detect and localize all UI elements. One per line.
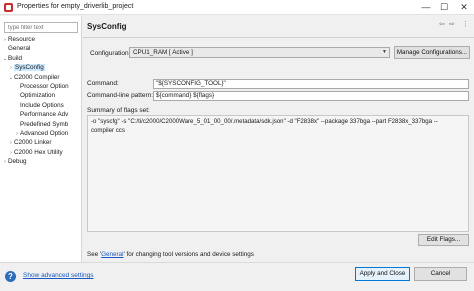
help-icon[interactable]: ? <box>5 271 16 282</box>
tree-item-label: C2000 Linker <box>14 139 52 147</box>
tree-item[interactable]: Include Options <box>0 101 82 110</box>
summary-line: compiler ccs <box>91 126 125 134</box>
dialog-footer: ? Show advanced settings Apply and Close… <box>0 262 474 291</box>
view-menu-icon[interactable]: ⋮ <box>462 20 469 28</box>
tree-item-label: C2000 Compiler <box>14 73 60 81</box>
minimize-button[interactable]: — <box>419 1 433 13</box>
command-line-pattern-label: Command-line pattern: <box>87 92 154 99</box>
summary-text-area[interactable]: -o "syscfg" -s "C:/ti/c2000/C2000Ware_5_… <box>87 115 469 232</box>
summary-label: Summary of flags set: <box>87 107 150 114</box>
tree-item[interactable]: › C2000 Linker <box>0 138 82 147</box>
configuration-select[interactable]: CPU1_RAM [ Active ] ▼ <box>129 47 390 58</box>
tree-item-label: Predefined Symb <box>20 120 69 128</box>
header-divider <box>83 37 474 38</box>
command-label: Command: <box>87 80 119 87</box>
configuration-value: CPU1_RAM [ Active ] <box>133 49 193 56</box>
maximize-button[interactable]: ☐ <box>437 1 451 13</box>
apply-and-close-button[interactable]: Apply and Close <box>355 267 410 281</box>
tree-item-label: C2000 Hex Utility <box>14 148 63 156</box>
app-icon <box>4 3 13 12</box>
tree-item-label: Optimization <box>20 92 55 100</box>
tree-item-label: Advanced Option <box>20 129 69 137</box>
properties-tree: › Resource General ⌄Build › SysConfig ⌄C2000 C… <box>0 35 82 166</box>
tree-item-label: Processor Option <box>20 82 69 90</box>
tree-item-label: Resource <box>8 36 35 43</box>
tree-item-label: Include Options <box>20 101 64 109</box>
navigation-pane: ›ResourceGeneral⌄Build›SysConfig⌄C2000 C… <box>0 16 82 262</box>
manage-configurations-button[interactable]: Manage Configurations... <box>394 46 470 59</box>
general-settings-note: See 'General' for changing tool versions… <box>87 251 254 258</box>
window-title: Properties for empty_driverlib_project <box>17 3 134 10</box>
close-button[interactable]: ✕ <box>457 1 471 13</box>
tree-item[interactable]: › C2000 Hex Utility <box>0 148 82 157</box>
show-advanced-settings-link[interactable]: Show advanced settings <box>23 272 93 279</box>
page-title: SysConfig <box>87 22 127 31</box>
title-bar: Properties for empty_driverlib_project —… <box>0 0 474 15</box>
chevron-down-icon: ▼ <box>382 49 387 55</box>
filter-input[interactable] <box>4 22 78 33</box>
configuration-label: Configuration: <box>90 50 131 57</box>
tree-item[interactable]: › Resource <box>0 35 82 44</box>
tree-item-label: General <box>8 45 31 53</box>
tree-item[interactable]: ⌄Build <box>0 54 82 63</box>
edit-flags-button[interactable]: Edit Flags... <box>418 234 469 246</box>
tree-item-label: Debug <box>8 158 27 166</box>
tree-item[interactable]: Performance Adv <box>0 110 82 119</box>
tree-item-label: Build <box>8 54 23 62</box>
tree-item-label: Performance Adv <box>20 111 69 119</box>
properties-page: SysConfig ⇦ ⇨ ⋮ Configuration: CPU1_RAM … <box>83 16 474 262</box>
tree-item-label: SysConfig <box>14 64 45 72</box>
general-link[interactable]: General <box>101 251 123 258</box>
command-line-pattern-field[interactable]: ${command} ${flags} <box>153 91 469 101</box>
tree-item[interactable]: › Advanced Option <box>0 129 82 138</box>
summary-line: -o "syscfg" -s "C:/ti/c2000/C2000Ware_5_… <box>91 118 438 125</box>
tree-item[interactable]: › SysConfig <box>0 63 82 72</box>
cancel-button[interactable]: Cancel <box>414 267 467 281</box>
tree-item[interactable]: ⌄C2000 Compiler <box>0 73 82 82</box>
tree-item[interactable]: › Debug <box>0 157 82 166</box>
command-field[interactable]: "${SYSCONFIG_TOOL}" <box>153 79 469 89</box>
tree-item[interactable]: Optimization <box>0 91 82 100</box>
back-icon[interactable]: ⇦ <box>439 20 445 28</box>
tree-item[interactable]: Processor Option <box>0 82 82 91</box>
tree-item[interactable]: General <box>0 44 82 53</box>
tree-item[interactable]: Predefined Symb <box>0 120 82 129</box>
forward-icon[interactable]: ⇨ <box>449 20 455 28</box>
